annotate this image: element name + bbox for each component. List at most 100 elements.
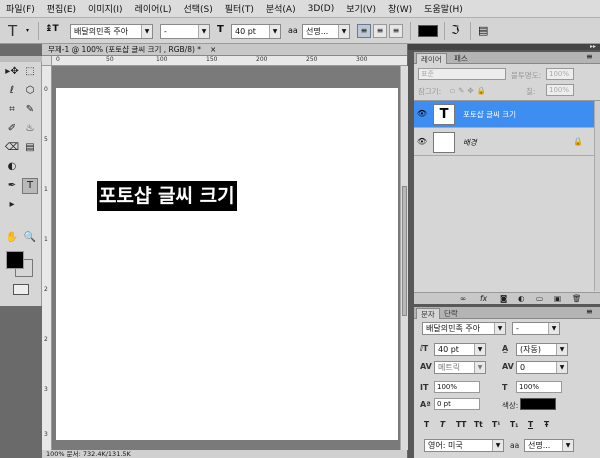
- type-layer-text[interactable]: 포토샵 글씨 크기: [97, 181, 237, 211]
- kerning-select[interactable]: 메트릭 ▼: [434, 361, 486, 374]
- layer-row-text[interactable]: 👁 T 포토샵 글씨 크기: [414, 101, 594, 128]
- zoom-tool-icon[interactable]: 🔍: [22, 230, 38, 246]
- tab-paragraph[interactable]: 단락: [440, 308, 462, 319]
- type-tool-preset-icon[interactable]: T: [8, 22, 17, 40]
- dodge-tool-icon[interactable]: ◐: [4, 159, 20, 175]
- layer-row-background[interactable]: 👁 배경 🔒: [414, 129, 594, 156]
- foreground-color-swatch[interactable]: [6, 251, 24, 269]
- layer-name[interactable]: 포토샵 글씨 크기: [463, 109, 516, 120]
- char-antialias-select[interactable]: 선명... ▼: [524, 439, 574, 452]
- opacity-input[interactable]: 100%: [546, 68, 574, 80]
- faux-italic-icon[interactable]: T: [440, 420, 445, 429]
- ruler-origin[interactable]: [42, 56, 52, 66]
- panel-menu-icon[interactable]: ≡: [586, 307, 593, 316]
- menu-edit[interactable]: 편집(E): [41, 2, 82, 15]
- layers-scrollbar[interactable]: [594, 101, 600, 291]
- menu-file[interactable]: 파일(F): [0, 2, 41, 15]
- vertical-scrollbar[interactable]: [400, 66, 408, 450]
- move-tool-icon[interactable]: ▸✥: [4, 64, 20, 80]
- font-family-select[interactable]: 배달의민족 주아 ▼: [70, 24, 153, 39]
- adjustment-layer-icon[interactable]: ◐: [518, 294, 525, 303]
- quick-select-tool-icon[interactable]: ⬡: [22, 83, 38, 99]
- text-orientation-icon[interactable]: ↨T: [45, 24, 59, 34]
- toolbox-grip[interactable]: [0, 56, 42, 62]
- path-select-tool-icon[interactable]: ▸: [4, 197, 20, 213]
- char-font-style-select[interactable]: - ▼: [512, 322, 560, 335]
- menu-image[interactable]: 이미지(I): [82, 2, 129, 15]
- character-color-swatch[interactable]: [520, 398, 556, 410]
- char-font-family-select[interactable]: 배달의민족 주아 ▼: [422, 322, 506, 335]
- fill-input[interactable]: 100%: [546, 84, 574, 96]
- antialias-select[interactable]: 선명... ▼: [302, 24, 350, 39]
- vertical-ruler[interactable]: 0 5 1 1 2 2 3 3: [42, 66, 52, 450]
- superscript-icon[interactable]: T¹: [492, 420, 500, 429]
- small-caps-icon[interactable]: Tt: [474, 420, 483, 429]
- menu-view[interactable]: 보기(V): [340, 2, 382, 15]
- menu-window[interactable]: 창(W): [382, 2, 418, 15]
- tracking-select[interactable]: 0 ▼: [516, 361, 568, 374]
- canvas-area[interactable]: 포토샵 글씨 크기: [52, 66, 400, 450]
- menu-analysis[interactable]: 분석(A): [260, 2, 302, 15]
- close-document-icon[interactable]: ×: [210, 44, 216, 55]
- char-font-size-select[interactable]: 40 pt ▼: [434, 343, 486, 356]
- tab-character[interactable]: 문자: [416, 308, 440, 319]
- panel-menu-icon[interactable]: ≡: [586, 52, 593, 61]
- blend-mode-select[interactable]: 표준: [418, 68, 506, 80]
- leading-select[interactable]: (자동) ▼: [516, 343, 568, 356]
- tab-layers[interactable]: 레이어: [416, 53, 447, 64]
- eraser-tool-icon[interactable]: ⌫: [4, 140, 20, 156]
- language-select[interactable]: 영어: 미국 ▼: [424, 439, 504, 452]
- underline-icon[interactable]: T: [528, 420, 533, 429]
- fx-icon[interactable]: fx: [480, 294, 487, 303]
- preset-dropdown-arrow-icon[interactable]: ▾: [26, 27, 29, 34]
- scrollbar-thumb[interactable]: [402, 186, 407, 316]
- type-tool-icon[interactable]: T: [22, 178, 38, 194]
- baseline-shift-input[interactable]: 0 pt: [434, 398, 480, 410]
- tab-paths[interactable]: 패스: [450, 53, 472, 64]
- new-layer-icon[interactable]: ▣: [554, 294, 561, 303]
- character-panel-toggle-icon[interactable]: ▤: [478, 24, 488, 37]
- font-size-select[interactable]: 40 pt ▼: [231, 24, 281, 39]
- hand-tool-icon[interactable]: ✋: [4, 230, 20, 246]
- menu-3d[interactable]: 3D(D): [302, 4, 341, 14]
- strikethrough-icon[interactable]: Ŧ: [544, 420, 549, 429]
- link-layers-icon[interactable]: ∞: [460, 294, 466, 303]
- document-tab[interactable]: 무제-1 @ 100% (포토샵 글씨 크기 , RGB/8) * ×: [42, 44, 407, 56]
- visibility-eye-icon[interactable]: 👁: [416, 109, 428, 119]
- crop-tool-icon[interactable]: ⌗: [4, 102, 20, 118]
- healing-brush-tool-icon[interactable]: ✐: [4, 121, 20, 137]
- lasso-tool-icon[interactable]: ℓ: [4, 83, 20, 99]
- collapse-dock-icon[interactable]: ▸▸: [590, 43, 596, 50]
- faux-bold-icon[interactable]: T: [424, 420, 429, 429]
- menu-help[interactable]: 도움말(H): [418, 2, 469, 15]
- new-group-icon[interactable]: ▭: [536, 294, 543, 303]
- horizontal-scale-input[interactable]: 100%: [516, 381, 562, 393]
- chevron-down-icon: ▼: [492, 440, 503, 451]
- horizontal-ruler[interactable]: 0 50 100 150 200 250 300: [52, 56, 407, 66]
- delete-layer-icon[interactable]: 🗑: [572, 294, 582, 303]
- dock-header[interactable]: [408, 44, 600, 50]
- align-left-button[interactable]: ≡: [357, 24, 371, 38]
- warp-text-icon[interactable]: ℑ: [451, 23, 459, 37]
- subscript-icon[interactable]: T₁: [510, 420, 518, 429]
- all-caps-icon[interactable]: TT: [456, 420, 466, 429]
- brush-tool-icon[interactable]: ♨: [22, 121, 38, 137]
- menu-select[interactable]: 선택(S): [177, 2, 218, 15]
- menu-layer[interactable]: 레이어(L): [129, 2, 178, 15]
- text-color-swatch[interactable]: [418, 25, 438, 37]
- add-mask-icon[interactable]: ◙: [500, 294, 507, 303]
- pen-tool-icon[interactable]: ✒: [4, 178, 20, 194]
- layer-name[interactable]: 배경: [463, 137, 477, 148]
- quick-mask-icon[interactable]: [13, 284, 29, 295]
- gradient-tool-icon[interactable]: ▤: [22, 140, 38, 156]
- lock-icons[interactable]: ▫✎✥🔒: [450, 86, 489, 95]
- align-right-button[interactable]: ≡: [389, 24, 403, 38]
- eyedropper-tool-icon[interactable]: ✎: [22, 102, 38, 118]
- marquee-tool-icon[interactable]: ⬚: [22, 64, 38, 80]
- document-canvas[interactable]: 포토샵 글씨 크기: [56, 88, 398, 440]
- font-style-select[interactable]: - ▼: [160, 24, 210, 39]
- vertical-scale-input[interactable]: 100%: [434, 381, 480, 393]
- menu-filter[interactable]: 필터(T): [219, 2, 260, 15]
- visibility-eye-icon[interactable]: 👁: [416, 137, 428, 147]
- align-center-button[interactable]: ≡: [373, 24, 387, 38]
